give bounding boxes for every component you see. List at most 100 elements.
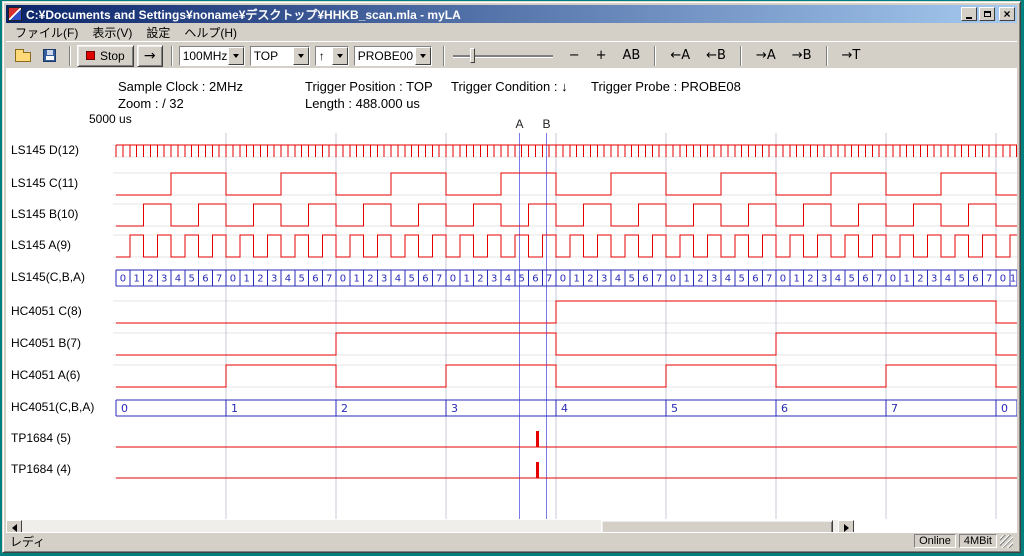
open-folder-icon [15, 52, 31, 62]
svg-text:2: 2 [341, 402, 348, 415]
svg-text:0: 0 [120, 274, 126, 285]
svg-text:1: 1 [793, 274, 799, 285]
svg-text:3: 3 [161, 274, 167, 285]
svg-text:5: 5 [298, 274, 304, 285]
svg-text:7: 7 [986, 274, 992, 285]
svg-text:0: 0 [560, 274, 566, 285]
menu-file[interactable]: ファイル(F) [8, 23, 85, 42]
sample-clock-select[interactable]: 100MHz [179, 46, 245, 66]
chevron-down-icon[interactable] [415, 47, 431, 65]
time-scale-label: 5000 us [89, 112, 132, 126]
chevron-down-icon[interactable] [293, 47, 309, 65]
maximize-icon [984, 11, 991, 17]
svg-text:6: 6 [532, 274, 538, 285]
svg-text:3: 3 [451, 402, 458, 415]
move-cursor-b-button[interactable]: →B [786, 45, 818, 66]
svg-text:1: 1 [231, 402, 238, 415]
toolbar-separator [826, 46, 828, 66]
cursor-label-b: B [543, 117, 551, 131]
chevron-down-icon[interactable] [332, 47, 348, 65]
move-cursor-a-button[interactable]: →A [750, 45, 782, 66]
probe-select[interactable]: PROBE00 [354, 46, 432, 66]
svg-text:3: 3 [821, 274, 827, 285]
close-icon: × [1003, 9, 1010, 19]
toolbar: Stop → 100MHz TOP ↑ PROBE00 − + AB ←A ←B [6, 41, 1017, 69]
length-info: Length : 488.000 us [305, 96, 420, 111]
svg-text:1: 1 [463, 274, 469, 285]
sample-clock-info: Sample Clock : 2MHz [118, 79, 243, 94]
toolbar-separator [740, 46, 742, 66]
toolbar-separator [171, 46, 173, 66]
channel-label: LS145 D(12) [11, 143, 79, 159]
zoom-out-button[interactable]: − [563, 45, 586, 66]
toolbar-separator [654, 46, 656, 66]
menu-help[interactable]: ヘルプ(H) [177, 23, 244, 42]
maximize-button[interactable] [979, 7, 995, 21]
stop-icon [86, 51, 95, 60]
slider-thumb[interactable] [470, 48, 475, 63]
open-button[interactable] [11, 45, 35, 67]
trigger-probe-info: Trigger Probe : PROBE08 [591, 79, 741, 94]
probe-value: PROBE00 [355, 47, 415, 65]
window-title: C:¥Documents and Settings¥noname¥デスクトップ¥… [26, 6, 959, 23]
svg-text:3: 3 [271, 274, 277, 285]
svg-text:0: 0 [121, 402, 128, 415]
trigger-edge-select[interactable]: ↑ [315, 46, 349, 66]
svg-text:1: 1 [353, 274, 359, 285]
menu-settings[interactable]: 設定 [139, 23, 177, 42]
svg-text:2: 2 [697, 274, 703, 285]
resize-grip[interactable] [1000, 535, 1013, 548]
arrow-left-icon [12, 524, 17, 532]
channel-label: LS145(C,B,A) [11, 270, 85, 286]
slider-track [453, 55, 553, 57]
trigger-position-info: Trigger Position : TOP [305, 79, 433, 94]
svg-text:7: 7 [766, 274, 772, 285]
zoom-info: Zoom : / 32 [118, 96, 184, 111]
zoom-in-button[interactable]: + [590, 45, 613, 66]
chevron-down-icon[interactable] [228, 47, 244, 65]
svg-text:3: 3 [711, 274, 717, 285]
channel-label: LS145 A(9) [11, 238, 71, 254]
channel-label: LS145 B(10) [11, 207, 78, 223]
menu-bar: ファイル(F) 表示(V) 設定 ヘルプ(H) [6, 24, 1017, 41]
trigger-edge-value: ↑ [316, 47, 332, 65]
arrow-right-icon [844, 524, 849, 532]
menu-view[interactable]: 表示(V) [85, 23, 139, 42]
svg-text:2: 2 [807, 274, 813, 285]
channel-label: HC4051(C,B,A) [11, 400, 94, 416]
arrow-down-glyph [420, 54, 426, 58]
minimize-button[interactable] [961, 7, 977, 21]
goto-trigger-button[interactable]: →T [836, 45, 867, 66]
svg-text:6: 6 [972, 274, 978, 285]
goto-cursor-b-button[interactable]: ←B [700, 45, 732, 66]
svg-text:5: 5 [738, 274, 744, 285]
stop-label: Stop [100, 49, 125, 63]
svg-text:5: 5 [188, 274, 194, 285]
svg-text:0: 0 [450, 274, 456, 285]
run-button[interactable]: → [137, 45, 163, 67]
svg-text:7: 7 [436, 274, 442, 285]
svg-text:4: 4 [561, 402, 568, 415]
svg-text:3: 3 [491, 274, 497, 285]
status-memory: 4MBit [959, 534, 997, 548]
toolbar-separator [443, 46, 445, 66]
svg-text:1: 1 [1010, 274, 1016, 285]
svg-text:6: 6 [862, 274, 868, 285]
svg-text:0: 0 [780, 274, 786, 285]
goto-cursor-a-button[interactable]: ←A [664, 45, 696, 66]
title-bar[interactable]: C:¥Documents and Settings¥noname¥デスクトップ¥… [6, 5, 1017, 23]
waveform-canvas[interactable]: 0123456701234567012345670123456701234567… [113, 131, 1017, 519]
save-button[interactable] [37, 45, 61, 67]
ab-span-button[interactable]: AB [617, 45, 647, 66]
app-window: C:¥Documents and Settings¥noname¥デスクトップ¥… [2, 1, 1021, 553]
svg-text:4: 4 [945, 274, 951, 285]
svg-text:5: 5 [628, 274, 634, 285]
waveform-plot[interactable]: 0123456701234567012345670123456701234567… [113, 131, 1017, 519]
zoom-slider[interactable] [453, 46, 553, 66]
window-controls: × [959, 7, 1015, 21]
svg-text:1: 1 [683, 274, 689, 285]
svg-text:1: 1 [573, 274, 579, 285]
close-button[interactable]: × [999, 7, 1015, 21]
trigger-position-select[interactable]: TOP [250, 46, 310, 66]
stop-button[interactable]: Stop [77, 45, 134, 67]
